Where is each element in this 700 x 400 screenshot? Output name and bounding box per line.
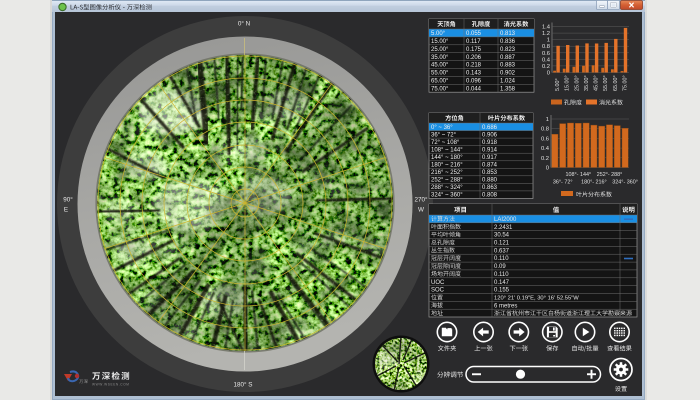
svg-text:15.00°: 15.00° — [431, 39, 449, 45]
svg-text:0.8: 0.8 — [542, 44, 550, 50]
svg-text:45.00°: 45.00° — [431, 63, 449, 69]
svg-text:2.2431: 2.2431 — [494, 225, 513, 231]
svg-text:75.00°: 75.00° — [622, 75, 628, 91]
svg-text:0.6: 0.6 — [541, 136, 549, 142]
svg-text:0.147: 0.147 — [494, 280, 510, 286]
svg-text:35.00°: 35.00° — [584, 75, 590, 91]
svg-text:1.2: 1.2 — [542, 31, 550, 37]
svg-text:1.358: 1.358 — [500, 86, 516, 92]
svg-text:216° ~ 252°: 216° ~ 252° — [431, 170, 463, 176]
svg-text:0.887: 0.887 — [500, 55, 516, 61]
svg-text:UOC: UOC — [431, 280, 445, 286]
svg-text:0.880: 0.880 — [482, 178, 498, 184]
svg-text:0.4: 0.4 — [541, 146, 550, 152]
svg-text:0.914: 0.914 — [482, 147, 498, 153]
svg-text:0.917: 0.917 — [482, 155, 498, 161]
svg-text:90°: 90° — [63, 196, 73, 204]
svg-text:108°- 144°: 108°- 144° — [566, 172, 592, 178]
svg-text:1.024: 1.024 — [500, 79, 516, 85]
svg-text:0.918: 0.918 — [482, 140, 498, 146]
svg-text:0.4: 0.4 — [542, 57, 551, 63]
svg-text:30.54: 30.54 — [494, 233, 510, 239]
svg-text:25.00°: 25.00° — [574, 75, 580, 91]
svg-text:65.00°: 65.00° — [431, 79, 449, 85]
svg-text:0.902: 0.902 — [500, 71, 516, 77]
svg-text:0.823: 0.823 — [500, 47, 516, 53]
svg-text:180°- 216°: 180°- 216° — [581, 180, 607, 186]
svg-text:35.00°: 35.00° — [431, 55, 449, 61]
svg-text:252°- 288°: 252°- 288° — [597, 172, 623, 178]
svg-text:0.121: 0.121 — [494, 241, 510, 247]
svg-text:15.00°: 15.00° — [565, 75, 571, 91]
svg-text:0.808: 0.808 — [482, 193, 498, 199]
svg-text:1: 1 — [546, 117, 549, 123]
svg-text:0.175: 0.175 — [466, 47, 482, 53]
svg-text:0.2: 0.2 — [541, 156, 549, 162]
svg-text:E: E — [64, 207, 68, 214]
svg-text:36° ~ 72°: 36° ~ 72° — [431, 132, 457, 138]
svg-text:W: W — [418, 207, 424, 214]
svg-text:65.00°: 65.00° — [613, 75, 619, 91]
svg-text:6 metres: 6 metres — [494, 303, 517, 309]
svg-text:0° N: 0° N — [238, 20, 251, 28]
svg-text:0.044: 0.044 — [466, 86, 482, 92]
svg-text:55.00°: 55.00° — [431, 71, 449, 77]
svg-text:0.883: 0.883 — [500, 63, 516, 69]
svg-text:5.00°: 5.00° — [431, 31, 446, 37]
svg-text:75.00°: 75.00° — [431, 86, 449, 92]
svg-text:36°- 72°: 36°- 72° — [553, 180, 573, 186]
svg-text:SOC: SOC — [431, 288, 445, 294]
svg-text:0.110: 0.110 — [494, 272, 509, 278]
svg-text:25.00°: 25.00° — [431, 47, 449, 53]
svg-text:252° ~ 288°: 252° ~ 288° — [431, 178, 463, 184]
svg-text:120° 21' 0.19"E, 30° 16' 52.5: 120° 21' 0.19"E, 30° 16' 52.55"W — [494, 295, 579, 301]
svg-text:0° ~ 36°: 0° ~ 36° — [431, 125, 453, 131]
svg-text:324°- 360°: 324°- 360° — [612, 180, 638, 186]
svg-text:0.6: 0.6 — [542, 51, 550, 57]
svg-text:0.686: 0.686 — [482, 125, 498, 131]
svg-text:0.863: 0.863 — [482, 185, 498, 191]
svg-text:0: 0 — [546, 166, 549, 172]
svg-text:0.2: 0.2 — [542, 64, 550, 70]
svg-text:0.055: 0.055 — [466, 31, 482, 37]
svg-text:0.110: 0.110 — [494, 256, 509, 262]
svg-text:0.143: 0.143 — [466, 71, 482, 77]
svg-text:45.00°: 45.00° — [594, 75, 600, 91]
svg-text:288° ~ 324°: 288° ~ 324° — [431, 185, 463, 191]
svg-text:144° ~ 180°: 144° ~ 180° — [431, 155, 463, 161]
svg-text:0.813: 0.813 — [500, 31, 516, 37]
svg-text:0.906: 0.906 — [482, 132, 498, 138]
svg-text:LAI2000: LAI2000 — [494, 217, 517, 223]
svg-text:0.637: 0.637 — [494, 248, 510, 254]
svg-text:270°: 270° — [414, 196, 428, 204]
svg-text:108° ~ 144°: 108° ~ 144° — [431, 147, 463, 153]
svg-text:1.4: 1.4 — [542, 25, 551, 31]
svg-text:0.155: 0.155 — [494, 288, 510, 294]
svg-text:180° S: 180° S — [234, 381, 253, 389]
svg-text:0.836: 0.836 — [500, 39, 516, 45]
svg-text:0.874: 0.874 — [482, 163, 498, 169]
svg-text:0.206: 0.206 — [466, 55, 482, 61]
svg-text:324° ~ 360°: 324° ~ 360° — [431, 193, 463, 199]
svg-text:0.09: 0.09 — [494, 264, 506, 270]
svg-text:1: 1 — [547, 38, 550, 44]
svg-text:0.853: 0.853 — [482, 170, 498, 176]
svg-text:0.218: 0.218 — [466, 63, 482, 69]
svg-text:WWW.WSEEN.COM: WWW.WSEEN.COM — [92, 383, 130, 387]
svg-text:0.117: 0.117 — [466, 39, 481, 45]
svg-text:0.8: 0.8 — [541, 127, 549, 133]
svg-text:180° ~ 216°: 180° ~ 216° — [431, 163, 463, 169]
svg-text:55.00°: 55.00° — [603, 75, 609, 91]
svg-text:0.096: 0.096 — [466, 79, 482, 85]
svg-text:72° ~ 108°: 72° ~ 108° — [431, 140, 460, 146]
svg-text:0: 0 — [547, 71, 550, 77]
svg-text:5.00°: 5.00° — [555, 78, 561, 91]
